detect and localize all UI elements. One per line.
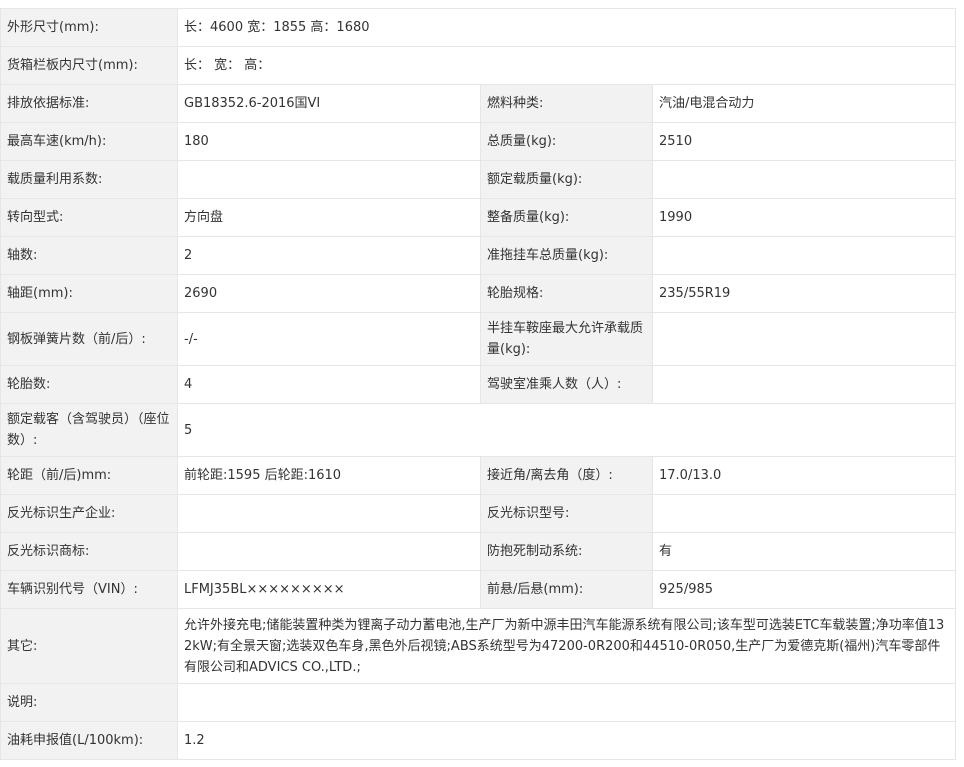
value-fifth-wheel-load — [651, 312, 957, 366]
value-tire-count: 4 — [177, 365, 481, 404]
value-gross-mass: 2510 — [651, 122, 957, 161]
table-row-load-factor: 载质量利用系数: 额定载质量(kg): — [0, 160, 957, 199]
value-curb-mass: 1990 — [651, 198, 957, 237]
label-emission-standard: 排放依据标准: — [0, 84, 178, 123]
value-other: 允许外接充电;储能装置种类为锂离子动力蓄电池,生产厂为新中源丰田汽车能源系统有限… — [176, 608, 957, 684]
label-fifth-wheel-load: 半挂车鞍座最大允许承载质量(kg): — [480, 312, 653, 366]
label-approach-departure: 接近角/离去角（度）: — [480, 456, 653, 495]
label-max-speed: 最高车速(km/h): — [0, 122, 178, 161]
label-other: 其它: — [0, 608, 178, 684]
label-axles: 轴数: — [0, 236, 178, 275]
table-row-vin: 车辆识别代号（VIN）: LFMJ35BL××××××××× 前悬/后悬(mm)… — [0, 570, 957, 609]
table-row-tires: 轮胎数: 4 驾驶室准乘人数（人）: — [0, 365, 957, 404]
value-overhang: 925/985 — [651, 570, 957, 609]
table-row-steering: 转向型式: 方向盘 整备质量(kg): 1990 — [0, 198, 957, 237]
table-row-emission: 排放依据标准: GB18352.6-2016国VI 燃料种类: 汽油/电混合动力 — [0, 84, 957, 123]
label-track: 轮距（前/后)mm: — [0, 456, 178, 495]
value-approach-departure: 17.0/13.0 — [651, 456, 957, 495]
table-row-seats: 额定载客（含驾驶员）（座位数）: 5 — [0, 403, 957, 457]
value-cab-occupants — [651, 365, 957, 404]
value-reflector-brand — [177, 532, 481, 571]
table-row-reflector-brand: 反光标识商标: 防抱死制动系统: 有 — [0, 532, 957, 571]
value-abs: 有 — [651, 532, 957, 571]
value-fuel-type: 汽油/电混合动力 — [651, 84, 957, 123]
label-cab-occupants: 驾驶室准乘人数（人）: — [480, 365, 653, 404]
label-reflector-maker: 反光标识生产企业: — [0, 494, 178, 533]
label-reflector-brand: 反光标识商标: — [0, 532, 178, 571]
label-fuel-type: 燃料种类: — [480, 84, 653, 123]
label-rated-load: 额定载质量(kg): — [480, 160, 653, 199]
label-cargo-box: 货箱栏板内尺寸(mm): — [0, 46, 178, 85]
value-reflector-maker — [177, 494, 481, 533]
label-load-factor: 载质量利用系数: — [0, 160, 178, 199]
table-row-axles: 轴数: 2 准拖挂车总质量(kg): — [0, 236, 957, 275]
value-cargo-box: 长： 宽： 高： — [176, 46, 957, 85]
value-notes — [176, 683, 957, 722]
label-wheelbase: 轴距(mm): — [0, 274, 178, 313]
table-row-wheelbase: 轴距(mm): 2690 轮胎规格: 235/55R19 — [0, 274, 957, 313]
table-row-dimensions: 外形尺寸(mm): 长：4600 宽：1855 高：1680 — [0, 8, 957, 47]
label-trailer-mass: 准拖挂车总质量(kg): — [480, 236, 653, 275]
value-trailer-mass — [651, 236, 957, 275]
table-row-track: 轮距（前/后)mm: 前轮距:1595 后轮距:1610 接近角/离去角（度）:… — [0, 456, 957, 495]
label-steering: 转向型式: — [0, 198, 178, 237]
value-fuel-consumption: 1.2 — [176, 721, 957, 760]
value-max-speed: 180 — [177, 122, 481, 161]
value-track: 前轮距:1595 后轮距:1610 — [177, 456, 481, 495]
label-vin: 车辆识别代号（VIN）: — [0, 570, 178, 609]
value-seats: 5 — [176, 403, 957, 457]
label-overhang: 前悬/后悬(mm): — [480, 570, 653, 609]
label-notes: 说明: — [0, 683, 178, 722]
table-row-reflector-maker: 反光标识生产企业: 反光标识型号: — [0, 494, 957, 533]
table-row-notes: 说明: — [0, 683, 957, 722]
label-reflector-model: 反光标识型号: — [480, 494, 653, 533]
value-load-factor — [177, 160, 481, 199]
value-rated-load — [651, 160, 957, 199]
table-row-leaf-spring: 钢板弹簧片数（前/后）: -/- 半挂车鞍座最大允许承载质量(kg): — [0, 312, 957, 366]
value-vin: LFMJ35BL××××××××× — [177, 570, 481, 609]
value-dimensions: 长：4600 宽：1855 高：1680 — [176, 8, 957, 47]
table-row-fuel: 油耗申报值(L/100km): 1.2 — [0, 721, 957, 760]
label-gross-mass: 总质量(kg): — [480, 122, 653, 161]
label-curb-mass: 整备质量(kg): — [480, 198, 653, 237]
vehicle-spec-table: 外形尺寸(mm): 长：4600 宽：1855 高：1680 货箱栏板内尺寸(m… — [0, 8, 957, 760]
value-steering: 方向盘 — [177, 198, 481, 237]
label-leaf-spring: 钢板弹簧片数（前/后）: — [0, 312, 178, 366]
value-reflector-model — [651, 494, 957, 533]
table-row-other: 其它: 允许外接充电;储能装置种类为锂离子动力蓄电池,生产厂为新中源丰田汽车能源… — [0, 608, 957, 684]
value-axles: 2 — [177, 236, 481, 275]
value-leaf-spring: -/- — [177, 312, 481, 366]
value-emission-standard: GB18352.6-2016国VI — [177, 84, 481, 123]
value-tire-spec: 235/55R19 — [651, 274, 957, 313]
table-row-cargo-box: 货箱栏板内尺寸(mm): 长： 宽： 高： — [0, 46, 957, 85]
value-wheelbase: 2690 — [177, 274, 481, 313]
label-fuel-consumption: 油耗申报值(L/100km): — [0, 721, 178, 760]
label-tire-spec: 轮胎规格: — [480, 274, 653, 313]
label-seats: 额定载客（含驾驶员）（座位数）: — [0, 403, 178, 457]
label-dimensions: 外形尺寸(mm): — [0, 8, 178, 47]
table-row-max-speed: 最高车速(km/h): 180 总质量(kg): 2510 — [0, 122, 957, 161]
label-tire-count: 轮胎数: — [0, 365, 178, 404]
label-abs: 防抱死制动系统: — [480, 532, 653, 571]
